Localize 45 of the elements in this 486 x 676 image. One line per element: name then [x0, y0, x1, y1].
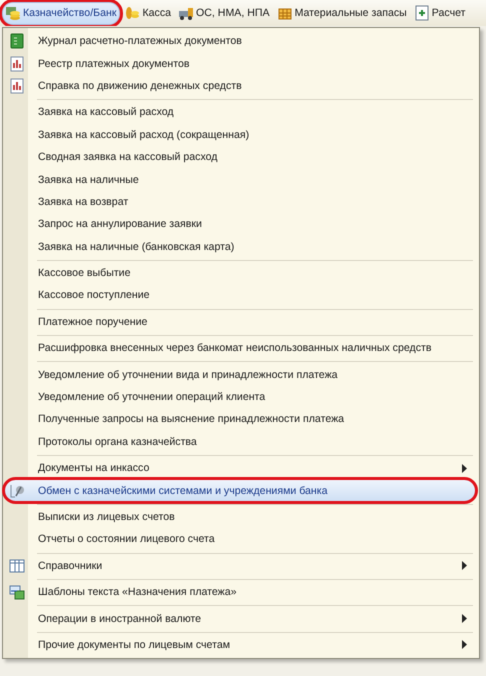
- menu-item[interactable]: Уведомление об уточнении вида и принадлежности платежа: [4, 363, 476, 386]
- menu-item[interactable]: Протоколы органа казначейства: [4, 430, 476, 454]
- chart-document-icon: [9, 56, 25, 72]
- submenu-arrow-icon: [462, 640, 467, 650]
- menu-item[interactable]: Операции в иностранной валюте: [4, 607, 476, 630]
- menu-item[interactable]: Заявка на наличные (банковская карта): [4, 236, 476, 258]
- menu-item[interactable]: Запрос на аннулирование заявки: [4, 213, 476, 236]
- dish-icon: [9, 482, 25, 499]
- menu-item[interactable]: Справочники: [4, 554, 476, 577]
- menu-item[interactable]: Шаблоны текста «Назначения платежа»: [4, 580, 476, 604]
- menu-item[interactable]: Платежное поручение: [4, 310, 476, 334]
- submenu-arrow-icon: [462, 614, 467, 624]
- coins-icon: [5, 5, 21, 21]
- menu-item[interactable]: Заявка на возврат: [4, 190, 476, 214]
- document-icon: [414, 5, 430, 21]
- submenu-arrow-icon: [462, 561, 467, 570]
- submenu-arrow-icon: [462, 464, 467, 473]
- menu-item[interactable]: Кассовое поступление: [4, 284, 476, 307]
- menu-item[interactable]: Расшифровка внесенных через банкомат неиспользованных наличных средств: [4, 337, 476, 360]
- menu-item[interactable]: Сводная заявка на кассовый расход: [4, 146, 476, 168]
- menu-item[interactable]: Справка по движению денежных средств: [4, 74, 476, 98]
- menu-item[interactable]: Заявка на кассовый расход (сокращенная): [4, 124, 476, 146]
- menu-item[interactable]: Прочие документы по лицевым счетам: [4, 634, 476, 656]
- template-icon: [9, 584, 25, 600]
- menu-bar-item[interactable]: Материальные запасы: [274, 2, 410, 24]
- menu-item[interactable]: Заявка на кассовый расход: [4, 101, 476, 124]
- menu-item[interactable]: Журнал расчетно-платежных документов: [4, 30, 476, 52]
- menu-bar-item[interactable]: Расчет: [412, 2, 468, 24]
- journal-icon: [9, 33, 25, 50]
- menu-item[interactable]: Документы на инкассо: [4, 457, 476, 480]
- menu-item[interactable]: Выписки из лицевых счетов: [4, 506, 476, 528]
- menu-bar-item[interactable]: Касса: [122, 2, 174, 24]
- menu-item[interactable]: Обмен с казначейскими системами и учреждениями банка: [4, 479, 476, 502]
- menu-item[interactable]: Уведомление об уточнении операций клиента: [4, 386, 476, 408]
- menu-item[interactable]: Полученные запросы на выяснение принадлежности платежа: [4, 408, 476, 431]
- menu-bar-item[interactable]: ОС, НМА, НПА: [176, 2, 273, 24]
- menu-bar-item[interactable]: Казначейство/Банк: [2, 2, 120, 24]
- coins-icon: [124, 5, 140, 21]
- menu-item[interactable]: Заявка на наличные: [4, 168, 476, 191]
- menu-item[interactable]: Кассовое выбытие: [4, 262, 476, 284]
- menu-item[interactable]: Реестр платежных документов: [4, 52, 476, 75]
- menu-item[interactable]: Отчеты о состоянии лицевого счета: [4, 528, 476, 551]
- chart-document-icon: [9, 78, 25, 94]
- table-icon: [9, 558, 25, 574]
- truck-icon: [178, 5, 194, 21]
